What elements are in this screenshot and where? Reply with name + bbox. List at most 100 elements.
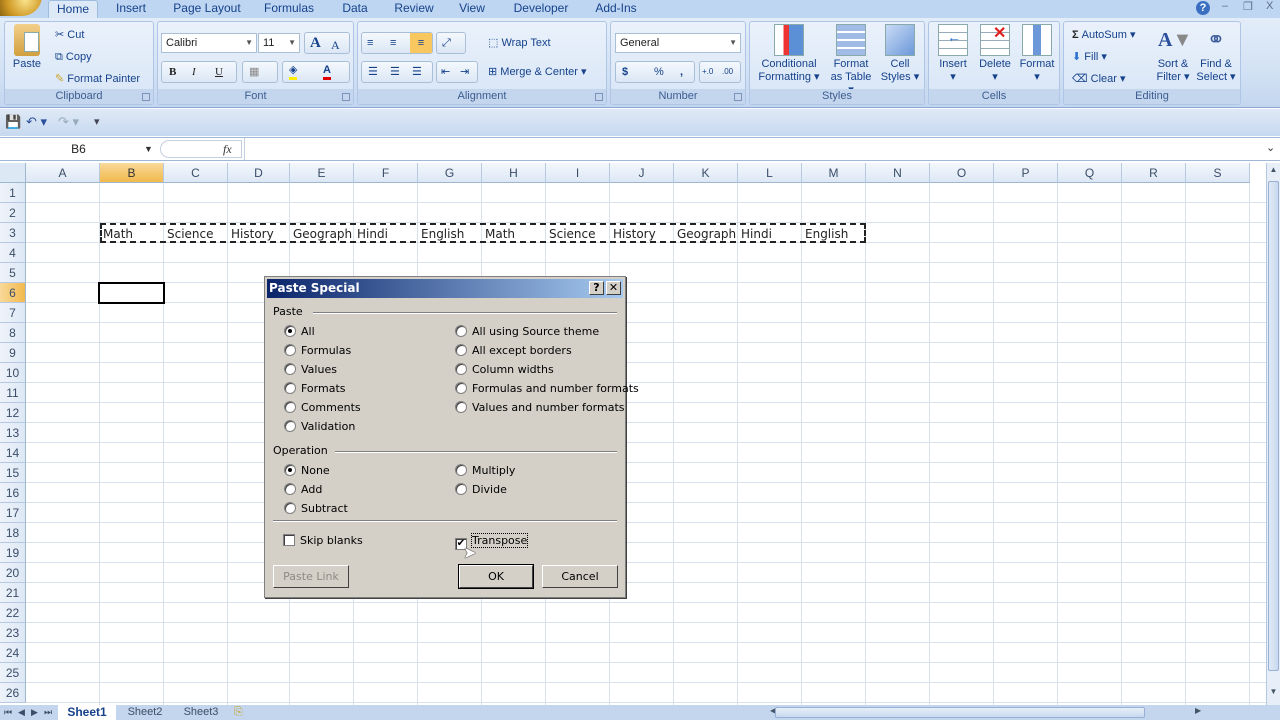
active-cell-b6[interactable] [98,282,165,304]
tab-page-layout[interactable]: Page Layout [168,0,246,18]
tab-data[interactable]: Data [336,0,374,18]
paste-button[interactable]: Paste [9,24,45,71]
vertical-scrollbar[interactable]: ▲ ▼ [1266,163,1280,705]
row-header-9[interactable]: 9 [0,343,26,363]
tab-formulas[interactable]: Formulas [258,0,320,18]
row-header-12[interactable]: 12 [0,403,26,423]
shrink-font-button[interactable]: A [331,37,340,53]
radio-subtract[interactable]: Subtract [284,501,348,517]
first-sheet-icon[interactable]: ⏮ [4,705,12,720]
scroll-down-icon[interactable]: ▼ [1268,687,1279,701]
close-button[interactable]: X [1266,0,1273,12]
font-launcher-icon[interactable] [342,93,350,101]
currency-button[interactable]: $ [622,64,628,80]
row-header-2[interactable]: 2 [0,203,26,223]
radio-values-and-number-formats[interactable]: Values and number formats [455,400,625,416]
name-box[interactable]: B6 [0,139,157,159]
radio-column-widths[interactable]: Column widths [455,362,554,378]
sort-filter-button[interactable]: A▼ Sort & Filter ▾ [1152,24,1194,84]
fill-button[interactable]: ⬇ Fill ▾ [1072,49,1107,65]
row-header-24[interactable]: 24 [0,643,26,663]
fill-color-icon[interactable]: ◈ [289,63,298,80]
formula-input[interactable] [244,138,1264,160]
orientation-button[interactable]: ⤢ [436,32,466,54]
vertical-scroll-thumb[interactable] [1268,181,1279,671]
row-header-5[interactable]: 5 [0,263,26,283]
tab-insert[interactable]: Insert [108,0,154,18]
radio-formulas[interactable]: Formulas [284,343,351,359]
tab-review[interactable]: Review [388,0,440,18]
find-select-button[interactable]: ⚭ Find & Select ▾ [1194,24,1238,84]
scroll-up-icon[interactable]: ▲ [1268,165,1279,179]
italic-button[interactable]: I [192,64,196,80]
row-header-25[interactable]: 25 [0,663,26,683]
paste-link-button[interactable]: Paste Link [273,565,349,588]
clear-button[interactable]: ⌫ Clear ▾ [1072,71,1126,87]
horizontal-scroll-thumb[interactable] [775,707,1145,718]
radio-none[interactable]: None [284,463,330,479]
radio-all-using-source-theme[interactable]: All using Source theme [455,324,599,340]
row-header-15[interactable]: 15 [0,463,26,483]
align-bottom-icon[interactable]: ≡ [410,33,432,53]
column-header-k[interactable]: K [674,163,738,183]
name-box-dropdown-icon[interactable]: ▼ [144,141,153,157]
minimize-button[interactable]: – [1222,0,1228,12]
select-all-button[interactable] [0,163,26,183]
row-header-17[interactable]: 17 [0,503,26,523]
radio-divide[interactable]: Divide [455,482,507,498]
number-format-dropdown[interactable]: General ▼ [615,33,741,53]
column-header-r[interactable]: R [1122,163,1186,183]
decrease-decimal-button[interactable]: .00 [722,64,733,80]
row-header-16[interactable]: 16 [0,483,26,503]
last-sheet-icon[interactable]: ⏭ [44,705,52,720]
column-header-m[interactable]: M [802,163,866,183]
row-header-21[interactable]: 21 [0,583,26,603]
cancel-button[interactable]: Cancel [542,565,618,588]
undo-icon[interactable]: ↶ ▾ [26,114,47,130]
font-size-dropdown[interactable]: 11 ▼ [258,33,300,53]
column-header-d[interactable]: D [228,163,290,183]
column-header-s[interactable]: S [1186,163,1250,183]
font-color-icon[interactable]: A [323,63,331,80]
cell-styles-button[interactable]: Cell Styles ▾ [878,24,922,84]
column-header-j[interactable]: J [610,163,674,183]
tab-add-ins[interactable]: Add-Ins [588,0,644,18]
align-middle-icon[interactable]: ≡ [390,35,396,51]
sheet-tab-sheet2[interactable]: Sheet2 [120,705,170,720]
prev-sheet-icon[interactable]: ◀ [18,705,25,720]
save-icon[interactable]: 💾 [5,114,21,130]
align-left-icon[interactable]: ☰ [368,64,378,80]
format-painter-button[interactable]: ✎ Format Painter [55,71,140,87]
sheet-tab-sheet3[interactable]: Sheet3 [176,705,226,720]
redo-icon[interactable]: ↷ ▾ [58,114,79,130]
help-icon[interactable]: ? [1196,1,1210,15]
borders-button[interactable]: ▦ [242,61,278,83]
column-header-q[interactable]: Q [1058,163,1122,183]
column-header-o[interactable]: O [930,163,994,183]
grow-font-button[interactable]: A [310,35,321,51]
radio-values[interactable]: Values [284,362,337,378]
tab-view[interactable]: View [452,0,492,18]
row-header-26[interactable]: 26 [0,683,26,703]
align-top-icon[interactable]: ≡ [367,35,373,51]
customize-qat-icon[interactable]: ▾ [94,114,100,130]
radio-formats[interactable]: Formats [284,381,346,397]
column-header-a[interactable]: A [26,163,100,183]
expand-formula-bar-icon[interactable]: ⌄ [1266,140,1275,156]
underline-button[interactable]: U [215,64,223,80]
sheet-tab-sheet1[interactable]: Sheet1 [58,705,116,720]
radio-all[interactable]: All [284,324,315,340]
insert-function-button[interactable]: fx [223,141,232,157]
merge-center-button[interactable]: ⊞ Merge & Center ▾ [488,64,587,80]
row-header-22[interactable]: 22 [0,603,26,623]
bold-button[interactable]: B [169,64,176,80]
row-header-4[interactable]: 4 [0,243,26,263]
align-right-icon[interactable]: ☰ [412,64,422,80]
column-header-e[interactable]: E [290,163,354,183]
radio-validation[interactable]: Validation [284,419,355,435]
align-center-icon[interactable]: ☰ [390,64,400,80]
row-header-3[interactable]: 3 [0,223,26,243]
number-launcher-icon[interactable] [734,93,742,101]
row-header-20[interactable]: 20 [0,563,26,583]
office-button[interactable] [0,0,42,16]
